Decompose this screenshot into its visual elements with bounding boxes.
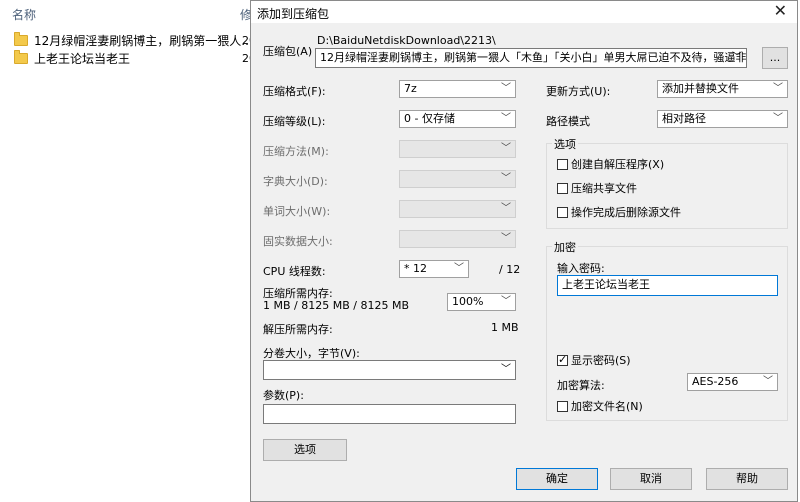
mem-decomp-label: 解压所需内存: <box>263 323 333 336</box>
update-select[interactable]: 添加并替换文件 ﹀ <box>657 80 788 98</box>
params-input[interactable] <box>263 404 516 424</box>
chevron-down-icon: ﹀ <box>773 83 783 94</box>
word-select[interactable]: ﹀ <box>399 200 516 218</box>
mem-percent-select[interactable]: 100% ﹀ <box>447 293 516 311</box>
solid-select[interactable]: ﹀ <box>399 230 516 248</box>
file-name: 上老王论坛当老王 <box>34 51 131 66</box>
chevron-down-icon: ﹀ <box>454 263 464 274</box>
password-input[interactable]: 上老王论坛当老王 <box>557 275 778 296</box>
chevron-down-icon: ﹀ <box>501 296 511 307</box>
folder-icon <box>14 31 28 46</box>
shared-checkbox[interactable]: 压缩共享文件 <box>557 180 637 196</box>
method-select[interactable]: ﹀ <box>399 140 516 158</box>
chevron-down-icon: ﹀ <box>501 173 511 184</box>
archive-path: D:\BaiduNetdiskDownload\2213\ <box>317 34 496 47</box>
mem-decomp-value: 1 MB <box>491 321 519 334</box>
chevron-down-icon: ﹀ <box>501 143 511 154</box>
enc-method-select[interactable]: AES-256 ﹀ <box>687 373 778 391</box>
sfx-label: 创建自解压程序(X) <box>571 158 665 171</box>
chevron-down-icon: ﹀ <box>763 376 773 387</box>
cancel-button[interactable]: 取消 <box>610 468 692 490</box>
column-name-header[interactable]: 名称 <box>12 6 36 23</box>
title-bar[interactable]: 添加到压缩包 ✕ <box>251 1 797 23</box>
format-value: 7z <box>404 82 417 95</box>
cpu-max: / 12 <box>499 263 521 276</box>
delete-label: 操作完成后删除源文件 <box>571 206 681 219</box>
encrypt-names-label: 加密文件名(N) <box>571 400 643 413</box>
params-label: 参数(P): <box>263 389 304 402</box>
enc-method-label: 加密算法: <box>557 379 605 392</box>
dict-select[interactable]: ﹀ <box>399 170 516 188</box>
chevron-down-icon: ﹀ <box>501 233 511 244</box>
show-password-label: 显示密码(S) <box>571 354 631 367</box>
dialog-title: 添加到压缩包 <box>257 7 330 21</box>
level-select[interactable]: 0 - 仅存储 ﹀ <box>399 110 516 128</box>
checkbox-box <box>557 353 568 366</box>
level-label: 压缩等级(L): <box>263 115 326 128</box>
help-button[interactable]: 帮助 <box>706 468 788 490</box>
chevron-down-icon: ﹀ <box>501 113 511 124</box>
chevron-down-icon: ﹀ <box>501 83 511 94</box>
checkbox-box <box>557 182 568 194</box>
split-combo[interactable]: ﹀ <box>263 360 516 380</box>
path-mode-select[interactable]: 相对路径 ﹀ <box>657 110 788 128</box>
sfx-checkbox[interactable]: 创建自解压程序(X) <box>557 156 664 172</box>
enc-method-value: AES-256 <box>692 375 739 388</box>
options-button[interactable]: 选项 <box>263 439 347 461</box>
level-value: 0 - 仅存储 <box>404 112 455 125</box>
cpu-value: * 12 <box>404 262 427 275</box>
update-label: 更新方式(U): <box>546 85 611 98</box>
chevron-down-icon: ﹀ <box>501 364 511 375</box>
show-password-checkbox[interactable]: 显示密码(S) <box>557 352 631 368</box>
update-value: 添加并替换文件 <box>662 82 739 95</box>
encryption-group-title: 加密 <box>552 239 578 255</box>
mem-percent-value: 100% <box>452 295 484 308</box>
checkbox-box <box>557 158 568 170</box>
chevron-down-icon: ﹀ <box>773 113 783 124</box>
path-mode-label: 路径模式 <box>546 115 590 128</box>
format-label: 压缩格式(F): <box>263 85 326 98</box>
method-label: 压缩方法(M): <box>263 145 329 158</box>
checkbox-box <box>557 206 568 218</box>
shared-label: 压缩共享文件 <box>571 182 637 195</box>
archive-label: 压缩包(A) <box>263 45 313 58</box>
format-select[interactable]: 7z ﹀ <box>399 80 516 98</box>
options-group-title: 选项 <box>552 136 578 152</box>
file-name: 12月绿帽淫妻刷锅博主，刷锅第一猥人... <box>34 33 253 48</box>
word-label: 单词大小(W): <box>263 205 331 218</box>
path-mode-value: 相对路径 <box>662 112 706 125</box>
chevron-down-icon: ﹀ <box>732 52 742 63</box>
encrypt-names-checkbox[interactable]: 加密文件名(N) <box>557 398 643 414</box>
mem-comp-value: 1 MB / 8125 MB / 8125 MB <box>263 299 409 312</box>
delete-checkbox[interactable]: 操作完成后删除源文件 <box>557 204 681 220</box>
password-label: 输入密码: <box>557 262 605 275</box>
cpu-select[interactable]: * 12 ﹀ <box>399 260 469 278</box>
chevron-down-icon: ﹀ <box>501 203 511 214</box>
list-item[interactable]: 12月绿帽淫妻刷锅博主，刷锅第一猥人... <box>14 30 253 50</box>
checkbox-box <box>557 400 568 412</box>
folder-icon <box>14 49 28 64</box>
add-to-archive-dialog: 添加到压缩包 ✕ 压缩包(A) D:\BaiduNetdiskDownload\… <box>250 0 798 502</box>
cpu-label: CPU 线程数: <box>263 265 326 278</box>
archive-name-combo[interactable]: 12月绿帽淫妻刷锅博主，刷锅第一猥人「木鱼」「关小白」单男大屌已迫不及待，骚逼非… <box>315 48 747 68</box>
ok-button[interactable]: 确定 <box>516 468 598 490</box>
dict-label: 字典大小(D): <box>263 175 328 188</box>
solid-label: 固实数据大小: <box>263 235 333 248</box>
archive-name-value: 12月绿帽淫妻刷锅博主，刷锅第一猥人「木鱼」「关小白」单男大屌已迫不及待，骚逼非 <box>320 51 747 64</box>
list-item[interactable]: 上老王论坛当老王 <box>14 48 130 68</box>
browse-button[interactable]: ... <box>762 47 788 69</box>
split-label: 分卷大小，字节(V): <box>263 347 360 360</box>
close-icon[interactable]: ✕ <box>774 3 787 19</box>
